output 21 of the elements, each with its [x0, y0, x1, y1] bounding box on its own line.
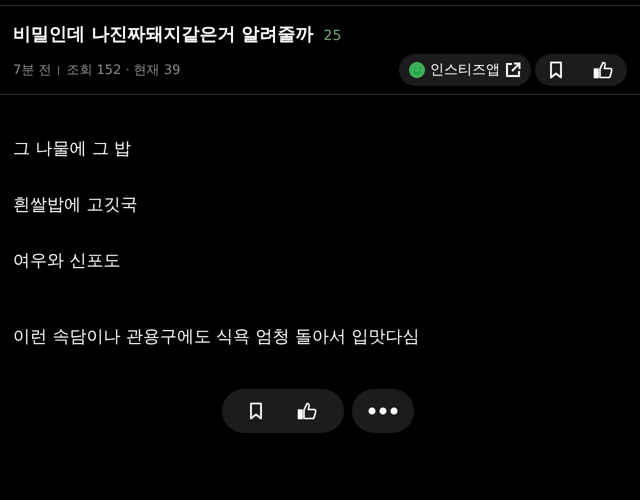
- body-text: 이런 속담이나 관용구에도 식욕 엄청 돌아서 입맛다심: [13, 327, 420, 347]
- app-link-button[interactable]: 인스티즈앱: [399, 54, 531, 86]
- external-link-icon: [505, 62, 521, 78]
- more-button[interactable]: [352, 389, 414, 433]
- view-count: 조회 152 · 현재 39: [66, 62, 180, 79]
- comment-count[interactable]: 25: [324, 28, 342, 44]
- bookmark-button[interactable]: [249, 402, 263, 420]
- thumbs-up-icon: [593, 61, 613, 79]
- bookmark-button[interactable]: [549, 61, 563, 79]
- bookmark-icon: [549, 61, 563, 79]
- like-button[interactable]: [297, 402, 317, 420]
- post-title: 비밀인데 나진짜돼지같은거 알려줄까: [13, 23, 314, 46]
- thumbs-up-icon: [297, 402, 317, 420]
- body-text: 여우와 신포도: [13, 251, 122, 271]
- body-text: 그 나물에 그 밥: [13, 139, 132, 159]
- post-time: 7분 전: [13, 62, 52, 79]
- body-text: 흰쌀밥에 고깃국: [13, 195, 138, 215]
- like-button[interactable]: [593, 61, 613, 79]
- bookmark-icon: [249, 402, 263, 420]
- smiley-icon: [409, 62, 425, 78]
- more-icon: [368, 407, 398, 415]
